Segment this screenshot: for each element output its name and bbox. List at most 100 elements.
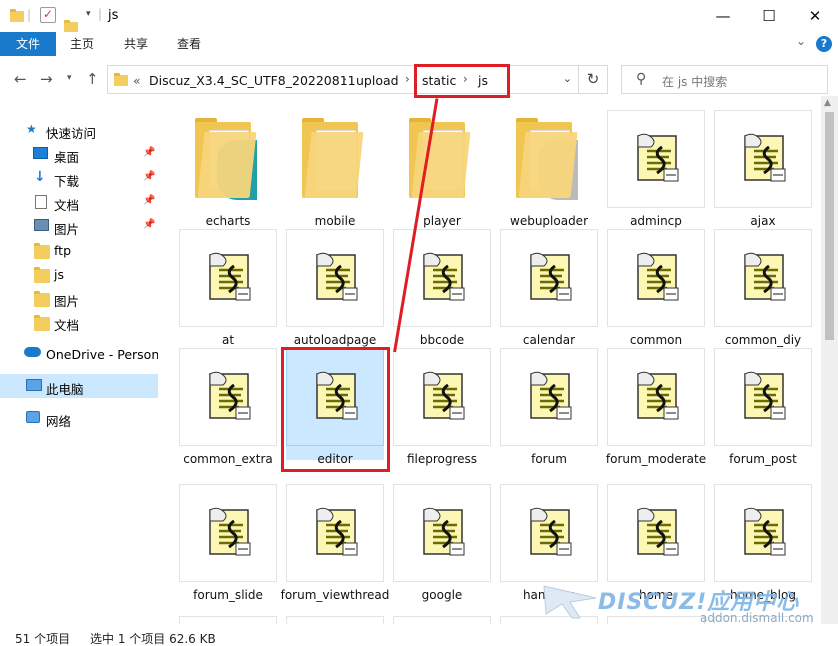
address-dropdown-icon[interactable]: ⌄ — [563, 72, 572, 85]
selection-info: 选中 1 个项目 62.6 KB — [90, 632, 216, 646]
file-item[interactable]: fileprogress — [393, 348, 491, 466]
script-file-icon — [209, 252, 251, 301]
script-file-icon — [423, 252, 465, 301]
thumbnail — [714, 229, 812, 327]
file-item[interactable]: forum — [500, 348, 598, 466]
tab-share[interactable]: 共享 — [124, 32, 148, 56]
forward-arrow-icon[interactable]: → — [40, 70, 53, 88]
file-name: forum_viewthread — [280, 588, 390, 602]
sidebar-item-documents-folder[interactable]: 文档 — [0, 310, 158, 334]
file-item[interactable]: common_diy — [714, 229, 812, 347]
thumbnail — [607, 484, 705, 582]
file-item[interactable]: forum_viewthread — [281, 484, 389, 602]
scroll-up-icon[interactable]: ▲ — [824, 98, 831, 108]
file-item-partial[interactable] — [286, 616, 384, 624]
folder-item[interactable]: mobile — [286, 110, 384, 228]
sidebar-item-desktop[interactable]: 桌面 📌 — [0, 142, 158, 166]
ribbon-expand-icon[interactable]: ⌄ — [796, 34, 806, 48]
file-item[interactable]: at — [179, 229, 277, 347]
file-item[interactable]: ajax — [714, 110, 812, 228]
tab-view[interactable]: 查看 — [177, 32, 201, 56]
refresh-button[interactable]: ↻ — [579, 65, 608, 94]
file-item-partial[interactable] — [393, 616, 491, 624]
pin-icon[interactable]: 📌 — [143, 195, 155, 206]
file-item[interactable]: admincp — [607, 110, 705, 228]
file-item[interactable]: forum_moderate — [606, 348, 706, 466]
sidebar-item-downloads[interactable]: ↓ 下载 📌 — [0, 166, 158, 190]
sidebar-item-pictures-folder[interactable]: 图片 — [0, 286, 158, 310]
script-file-icon — [637, 133, 679, 182]
pin-icon[interactable]: 📌 — [143, 171, 155, 182]
file-item[interactable]: home_blog — [714, 484, 812, 602]
up-arrow-icon[interactable]: ↑ — [86, 70, 99, 88]
breadcrumb-root[interactable]: Discuz_X3.4_SC_UTF8_20220811 — [149, 73, 356, 88]
sidebar-item-this-pc[interactable]: 此电脑 — [0, 374, 158, 398]
navigation-pane: ★ 快速访问 桌面 📌 ↓ 下载 📌 文档 📌 图片 📌 ftp js 图片 文… — [0, 110, 158, 620]
folder-icon — [34, 315, 50, 331]
thumbnail — [607, 110, 705, 208]
minimize-button[interactable]: — — [700, 0, 746, 32]
script-file-icon — [744, 507, 786, 556]
pin-icon[interactable]: 📌 — [143, 219, 155, 230]
properties-icon[interactable]: ✓ — [40, 7, 56, 23]
annotation-file-highlight — [281, 347, 390, 472]
picture-icon — [34, 219, 49, 231]
folder-icon — [10, 9, 24, 22]
file-item[interactable]: forum_slide — [179, 484, 277, 602]
star-icon: ★ — [26, 122, 37, 136]
sidebar-item-js[interactable]: js — [0, 262, 158, 286]
thumbnail — [179, 229, 277, 327]
help-icon[interactable]: ? — [816, 36, 832, 52]
breadcrumb-upload[interactable]: upload — [356, 73, 399, 88]
script-file-icon — [637, 371, 679, 420]
file-item[interactable]: forum_post — [714, 348, 812, 466]
file-name: player — [423, 214, 461, 228]
script-file-icon — [530, 371, 572, 420]
file-item[interactable]: home — [607, 484, 705, 602]
file-name: echarts — [205, 214, 251, 228]
pin-icon[interactable]: 📌 — [143, 147, 155, 158]
file-item[interactable]: autoloadpage — [286, 229, 384, 347]
separator: | — [27, 8, 32, 22]
sidebar-item-onedrive[interactable]: OneDrive - Persona — [0, 342, 158, 366]
scrollbar-thumb[interactable] — [825, 112, 834, 340]
breadcrumb-separator-icon[interactable]: › — [405, 72, 410, 86]
close-button[interactable]: ✕ — [792, 0, 838, 32]
tab-home[interactable]: 主页 — [70, 32, 94, 56]
annotation-path-highlight — [414, 64, 510, 98]
recent-locations-icon[interactable]: ▾ — [67, 73, 72, 83]
script-file-icon — [423, 371, 465, 420]
breadcrumb-separator-icon[interactable]: › — [342, 72, 347, 86]
sidebar-item-network[interactable]: 网络 — [0, 406, 158, 430]
folder-item[interactable]: player — [393, 110, 491, 228]
file-name: common_diy — [724, 333, 802, 347]
thumbnail — [607, 348, 705, 446]
folder-icon — [409, 118, 471, 198]
sidebar-item-documents[interactable]: 文档 📌 — [0, 190, 158, 214]
file-name: forum — [531, 452, 567, 466]
file-item-partial[interactable] — [179, 616, 277, 624]
folder-icon — [195, 118, 257, 200]
file-item[interactable]: common_extra — [179, 348, 277, 466]
sidebar-item-label: 文档 — [54, 198, 80, 213]
vertical-scrollbar[interactable]: ▲ — [821, 96, 838, 624]
file-item-partial[interactable] — [607, 616, 705, 624]
sidebar-item-quick-access[interactable]: ★ 快速访问 — [0, 118, 158, 142]
file-item[interactable]: bbcode — [393, 229, 491, 347]
file-name: at — [221, 333, 235, 347]
script-file-icon — [744, 371, 786, 420]
file-item[interactable]: calendar — [500, 229, 598, 347]
back-arrow-icon[interactable]: ← — [14, 70, 27, 88]
folder-icon — [516, 118, 578, 200]
sidebar-item-ftp[interactable]: ftp — [0, 238, 158, 262]
maximize-button[interactable]: ☐ — [746, 0, 792, 32]
tab-file[interactable]: 文件 — [0, 32, 56, 56]
breadcrumb-overflow[interactable]: « — [133, 73, 141, 88]
file-item[interactable]: common — [607, 229, 705, 347]
sidebar-item-pictures[interactable]: 图片 📌 — [0, 214, 158, 238]
file-item[interactable]: google — [393, 484, 491, 602]
quick-access-dropdown-icon[interactable]: ▾ — [86, 9, 91, 25]
search-box[interactable]: ⚲ 在 js 中搜索 — [621, 65, 828, 94]
folder-item[interactable]: webuploader — [500, 110, 598, 228]
folder-item[interactable]: echarts — [179, 110, 277, 228]
